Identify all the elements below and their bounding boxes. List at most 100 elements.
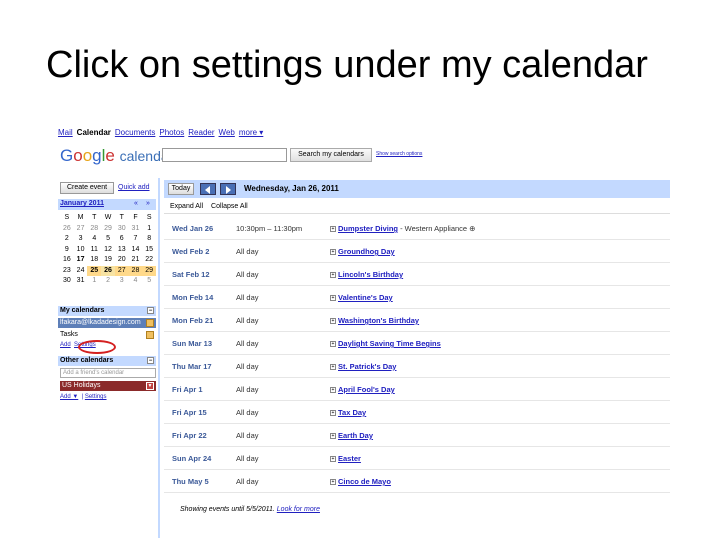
mini-day[interactable]: 11: [87, 245, 101, 256]
event-title[interactable]: Daylight Saving Time Begins: [338, 339, 441, 348]
expand-icon[interactable]: +: [330, 318, 336, 325]
mini-day[interactable]: 25: [87, 265, 102, 276]
other-settings-link[interactable]: Settings: [85, 394, 107, 400]
agenda-row[interactable]: Mon Feb 21 All day + Washington's Birthda…: [164, 310, 670, 332]
event-title[interactable]: Earth Day: [338, 431, 373, 440]
expand-icon[interactable]: +: [330, 433, 336, 440]
create-event-button[interactable]: Create event: [60, 182, 114, 194]
mini-day[interactable]: 4: [129, 276, 143, 287]
us-holidays-item[interactable]: US Holidays ▼: [60, 381, 156, 391]
agenda-row[interactable]: Thu Mar 17 All day + St. Patrick's Day: [164, 356, 670, 378]
dropdown-arrow-icon[interactable]: ▼: [146, 382, 154, 390]
look-for-more-link[interactable]: Look for more: [277, 506, 320, 513]
agenda-row[interactable]: Thu May 5 All day + Cinco de Mayo: [164, 471, 670, 493]
expand-icon[interactable]: +: [330, 387, 336, 394]
google-calendar-logo[interactable]: Google calendar: [60, 146, 173, 166]
collapse-icon[interactable]: −: [147, 357, 154, 364]
nav-more[interactable]: more ▾: [239, 128, 263, 137]
mini-day[interactable]: 3: [115, 276, 129, 287]
tasks-color-icon[interactable]: [146, 331, 154, 339]
expand-icon[interactable]: +: [330, 410, 336, 417]
quick-add-link[interactable]: Quick add: [118, 184, 150, 191]
mini-day[interactable]: 19: [101, 255, 115, 266]
add-friend-calendar-input[interactable]: Add a friend's calendar: [60, 368, 156, 378]
next-button[interactable]: [220, 183, 236, 195]
mini-day[interactable]: 8: [142, 234, 156, 245]
my-calendar-item[interactable]: lfakara@lkadadesign.com: [58, 318, 156, 328]
expand-icon[interactable]: +: [330, 364, 336, 371]
event-title[interactable]: April Fool's Day: [338, 385, 395, 394]
today-button[interactable]: Today: [168, 183, 194, 195]
add-calendar-link[interactable]: Add: [60, 342, 71, 348]
mini-day[interactable]: 30: [115, 224, 129, 235]
mini-day[interactable]: 26: [60, 224, 74, 235]
expand-icon[interactable]: +: [330, 479, 336, 486]
mini-day[interactable]: 4: [87, 234, 101, 245]
agenda-row[interactable]: Sat Feb 12 All day + Lincoln's Birthday: [164, 264, 670, 286]
other-calendars-header[interactable]: Other calendars −: [58, 356, 156, 366]
expand-icon[interactable]: +: [330, 341, 336, 348]
expand-icon[interactable]: +: [330, 272, 336, 279]
agenda-row[interactable]: Fri Apr 1 All day + April Fool's Day: [164, 379, 670, 401]
mini-day[interactable]: 27: [74, 224, 88, 235]
show-search-options-link[interactable]: Show search options: [376, 151, 422, 157]
calendar-color-icon[interactable]: [146, 319, 154, 327]
expand-icon[interactable]: +: [330, 226, 336, 233]
mini-day[interactable]: 13: [115, 245, 129, 256]
nav-mail[interactable]: Mail: [58, 128, 73, 137]
event-title[interactable]: Dumpster Diving: [338, 224, 398, 233]
mini-day[interactable]: 9: [60, 245, 74, 256]
expand-icon[interactable]: +: [330, 249, 336, 256]
mini-day[interactable]: 5: [101, 234, 115, 245]
event-title[interactable]: Tax Day: [338, 408, 366, 417]
event-title[interactable]: Cinco de Mayo: [338, 477, 391, 486]
event-title[interactable]: Washington's Birthday: [338, 316, 419, 325]
mini-day[interactable]: 2: [101, 276, 115, 287]
mini-day[interactable]: 18: [87, 255, 101, 266]
mini-day[interactable]: 10: [74, 245, 88, 256]
event-title[interactable]: Groundhog Day: [338, 247, 395, 256]
nav-reader[interactable]: Reader: [188, 128, 214, 137]
mini-calendar-month[interactable]: January 2011: [60, 200, 104, 207]
mini-day[interactable]: 3: [74, 234, 88, 245]
agenda-row[interactable]: Sun Mar 13 All day + Daylight Saving Time…: [164, 333, 670, 355]
mini-day[interactable]: 27: [114, 265, 129, 276]
other-add-link[interactable]: Add ▼: [60, 394, 78, 400]
mini-day[interactable]: 28: [87, 224, 101, 235]
tasks-item[interactable]: Tasks: [58, 330, 156, 340]
mini-day[interactable]: 28: [128, 265, 143, 276]
agenda-row[interactable]: Wed Jan 26 10:30pm – 11:30pm + Dumpster D…: [164, 218, 670, 240]
expand-icon[interactable]: +: [330, 456, 336, 463]
event-title[interactable]: Valentine's Day: [338, 293, 393, 302]
mini-day[interactable]: 24: [74, 266, 88, 277]
event-title[interactable]: Easter: [338, 454, 361, 463]
prev-button[interactable]: [200, 183, 216, 195]
mini-day[interactable]: 22: [142, 255, 156, 266]
nav-photos[interactable]: Photos: [159, 128, 184, 137]
mini-day[interactable]: 1: [87, 276, 101, 287]
mini-day[interactable]: 2: [60, 234, 74, 245]
mini-day[interactable]: 5: [142, 276, 156, 287]
mini-day[interactable]: 17: [74, 255, 88, 266]
mini-day[interactable]: 23: [60, 266, 74, 277]
mini-day[interactable]: 6: [115, 234, 129, 245]
mini-day[interactable]: 31: [129, 224, 143, 235]
mini-day[interactable]: 16: [60, 255, 74, 266]
event-title[interactable]: Lincoln's Birthday: [338, 270, 403, 279]
search-input[interactable]: [162, 148, 287, 162]
mini-day[interactable]: 29: [101, 224, 115, 235]
agenda-row[interactable]: Mon Feb 14 All day + Valentine's Day: [164, 287, 670, 309]
collapse-icon[interactable]: −: [147, 307, 154, 314]
nav-documents[interactable]: Documents: [115, 128, 155, 137]
expand-all-link[interactable]: Expand All: [170, 203, 203, 210]
nav-web[interactable]: Web: [219, 128, 235, 137]
my-calendars-header[interactable]: My calendars −: [58, 306, 156, 316]
mini-day[interactable]: 1: [142, 224, 156, 235]
nav-calendar[interactable]: Calendar: [77, 128, 111, 137]
expand-icon[interactable]: +: [330, 295, 336, 302]
mini-next-icon[interactable]: »: [146, 200, 150, 207]
agenda-row[interactable]: Sun Apr 24 All day + Easter: [164, 448, 670, 470]
agenda-row[interactable]: Fri Apr 15 All day + Tax Day: [164, 402, 670, 424]
mini-day[interactable]: 31: [74, 276, 88, 287]
mini-day[interactable]: 20: [115, 255, 129, 266]
